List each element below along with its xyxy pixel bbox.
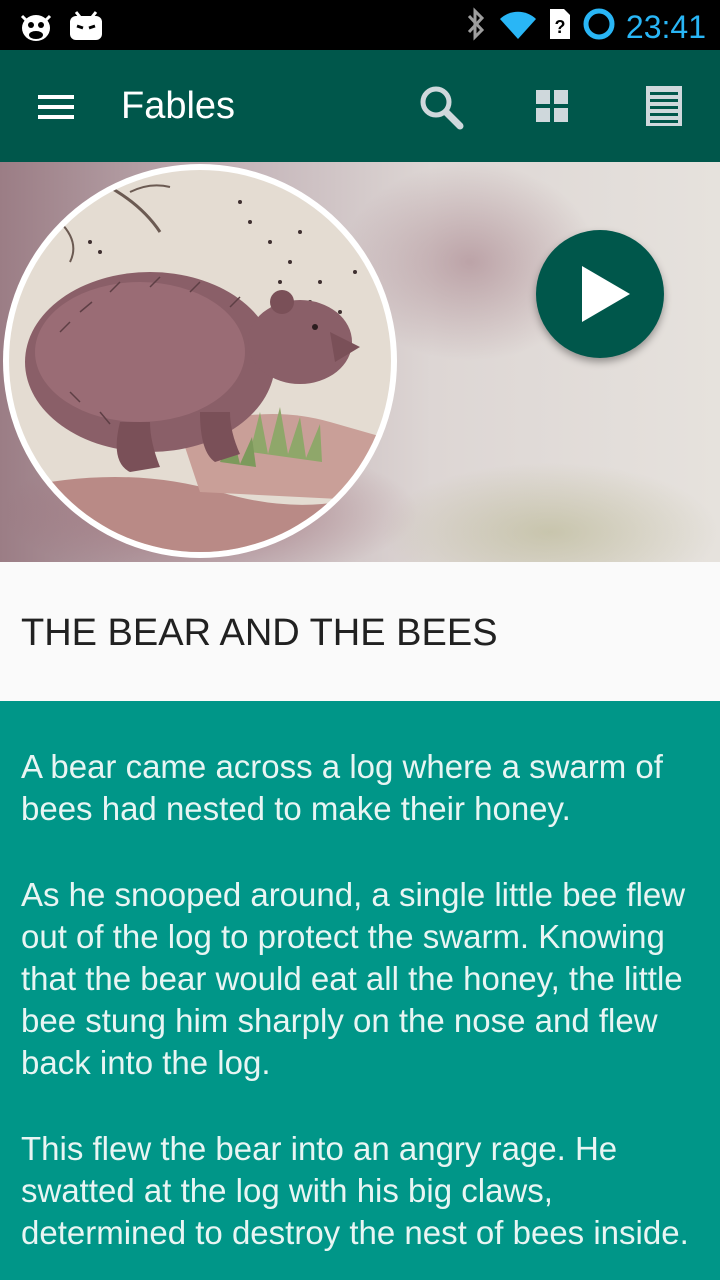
svg-text:?: ? — [554, 17, 565, 37]
cyanogen-mascot-icon — [18, 8, 54, 49]
no-sim-icon: ? — [548, 7, 572, 46]
fable-title: THE BEAR AND THE BEES — [21, 612, 498, 654]
hero-blur-shape — [380, 462, 720, 562]
fable-paragraphs: A bear came across a log where a swarm o… — [0, 746, 720, 1280]
fable-paragraph: As he snooped around, a single little be… — [21, 876, 686, 1081]
app-toolbar: Fables — [0, 50, 720, 162]
play-icon — [582, 266, 630, 322]
play-button[interactable] — [536, 230, 664, 358]
search-icon[interactable] — [416, 82, 464, 130]
fable-paragraph: This flew the bear into an angry rage. H… — [21, 1130, 689, 1251]
status-bar: ? 23:41 — [0, 0, 720, 50]
wifi-icon — [498, 7, 538, 46]
android-notification-icon — [68, 8, 104, 49]
status-left-icons — [18, 8, 104, 49]
status-right-icons: ? 23:41 — [464, 6, 706, 47]
status-time: 23:41 — [625, 8, 706, 45]
bluetooth-icon — [464, 6, 488, 47]
fable-title-band: THE BEAR AND THE BEES — [0, 562, 720, 701]
fable-body[interactable]: A bear came across a log where a swarm o… — [0, 701, 720, 1280]
grid-view-icon[interactable] — [528, 82, 576, 130]
fable-paragraph: A bear came across a log where a swarm o… — [21, 748, 663, 827]
bear-illustration — [0, 162, 400, 562]
hero-banner — [0, 162, 720, 562]
sync-ring-icon — [582, 7, 616, 46]
hamburger-menu-icon[interactable] — [36, 88, 76, 124]
list-view-icon[interactable] — [640, 82, 688, 130]
toolbar-title: Fables — [121, 85, 236, 127]
